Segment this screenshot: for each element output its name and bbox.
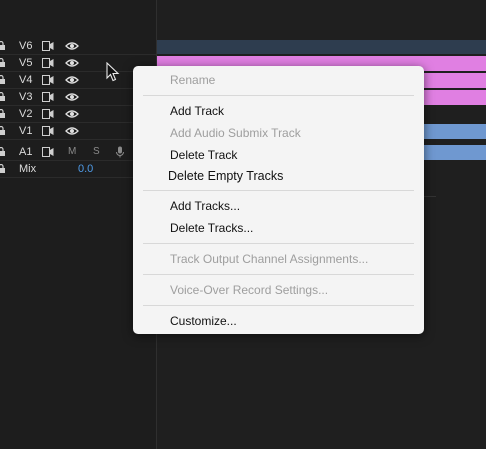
sync-lock-icon[interactable] (42, 126, 54, 136)
sync-lock-icon[interactable] (42, 41, 54, 51)
lock-icon[interactable] (0, 147, 5, 156)
eye-icon[interactable] (65, 41, 79, 51)
sync-lock-icon[interactable] (42, 109, 54, 119)
track-name: V1 (19, 125, 33, 137)
clip-v6[interactable] (157, 40, 486, 54)
menu-separator (143, 274, 414, 275)
menu-separator (143, 243, 414, 244)
lock-icon[interactable] (0, 58, 5, 67)
mix-volume-value[interactable]: 0.0 (78, 163, 93, 175)
eye-icon[interactable] (65, 75, 79, 85)
track-name: V6 (19, 40, 33, 52)
track-name: V5 (19, 57, 33, 69)
menu-item-voice-over-record-settings[interactable]: Voice-Over Record Settings... (170, 283, 328, 297)
menu-item-delete-track[interactable]: Delete Track (170, 148, 237, 162)
menu-item-add-track[interactable]: Add Track (170, 104, 224, 118)
track-name: V2 (19, 108, 33, 120)
menu-separator (143, 190, 414, 191)
menu-separator (143, 305, 414, 306)
menu-item-track-output-channel-assignments[interactable]: Track Output Channel Assignments... (170, 252, 368, 266)
lock-icon[interactable] (0, 41, 5, 50)
track-name: V3 (19, 91, 33, 103)
track-name: Mix (19, 163, 37, 175)
lock-icon[interactable] (0, 75, 5, 84)
mute-button[interactable]: M (68, 146, 76, 157)
menu-item-customize[interactable]: Customize... (170, 314, 237, 328)
menu-separator (143, 95, 414, 96)
eye-icon[interactable] (65, 109, 79, 119)
solo-button[interactable]: S (93, 146, 100, 157)
eye-icon[interactable] (65, 58, 79, 68)
menu-item-delete-empty-tracks[interactable]: Delete Empty Tracks (168, 169, 283, 183)
lock-icon[interactable] (0, 164, 5, 173)
lock-icon[interactable] (0, 92, 5, 101)
microphone-icon[interactable] (115, 146, 125, 158)
menu-item-rename[interactable]: Rename (170, 73, 215, 87)
mouse-pointer-icon (106, 62, 120, 82)
sync-lock-icon[interactable] (42, 147, 54, 157)
menu-item-add-audio-submix-track[interactable]: Add Audio Submix Track (170, 126, 301, 140)
sync-lock-icon[interactable] (42, 58, 54, 68)
eye-icon[interactable] (65, 126, 79, 136)
track-name: A1 (19, 146, 33, 158)
track-row-v6[interactable]: V6 (0, 38, 156, 55)
lock-icon[interactable] (0, 109, 5, 118)
sync-lock-icon[interactable] (42, 92, 54, 102)
eye-icon[interactable] (65, 92, 79, 102)
track-name: V4 (19, 74, 33, 86)
menu-item-delete-tracks[interactable]: Delete Tracks... (170, 221, 253, 235)
context-menu: Rename Add Track Add Audio Submix Track … (133, 66, 424, 334)
sync-lock-icon[interactable] (42, 75, 54, 85)
menu-item-add-tracks[interactable]: Add Tracks... (170, 199, 240, 213)
lock-icon[interactable] (0, 126, 5, 135)
